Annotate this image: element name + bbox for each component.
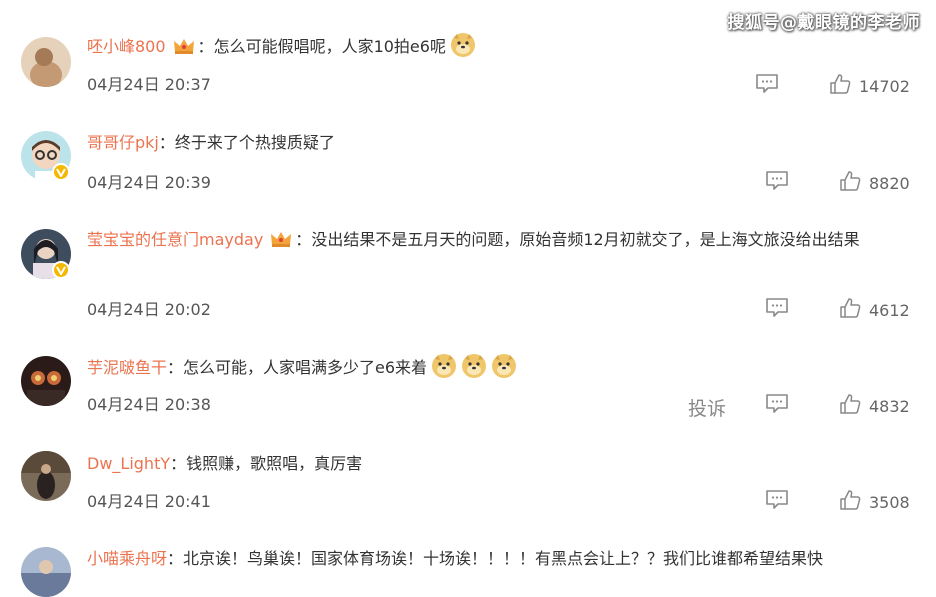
like-count: 3508: [869, 492, 910, 512]
verified-badge-icon: [52, 261, 70, 279]
like-button[interactable]: 3508: [839, 489, 910, 515]
comment-text: 北京诶！鸟巢诶！国家体育场诶！十场诶！！！！有黑点会让上？？我们比谁都希望结果快: [183, 549, 824, 568]
timestamp: 04月24日 20:37: [87, 75, 211, 94]
username-link[interactable]: 小喵乘舟呀: [87, 549, 167, 568]
username-link[interactable]: 芋泥啵鱼干: [87, 358, 167, 377]
comment-line: Dw_LightY：钱照赚，歌照唱，真厉害: [87, 449, 362, 479]
comment-text: 钱照赚，歌照唱，真厉害: [186, 454, 363, 473]
timestamp: 04月24日 20:38: [87, 395, 211, 414]
doge-emoji-icon: [450, 32, 476, 68]
like-count: 14702: [859, 76, 910, 96]
timestamp: 04月24日 20:02: [87, 300, 211, 319]
crown-icon: [269, 229, 293, 259]
avatar[interactable]: [21, 37, 71, 87]
like-button[interactable]: 4612: [839, 297, 910, 323]
separator: ：: [158, 133, 175, 152]
avatar[interactable]: [21, 229, 71, 279]
comment-text: 终于来了个热搜质疑了: [174, 133, 335, 152]
like-count: 8820: [869, 173, 910, 193]
report-button[interactable]: 投诉: [688, 394, 726, 421]
comment-icon[interactable]: [765, 393, 789, 413]
avatar[interactable]: [21, 547, 71, 597]
comment-text: 怎么可能，人家唱满多少了e6来着: [183, 358, 428, 377]
timestamp: 04月24日 20:39: [87, 173, 211, 192]
watermark: 搜狐号@戴眼镜的李老师: [727, 13, 920, 33]
username-link[interactable]: 呸小峰800: [87, 37, 166, 56]
comment-icon[interactable]: [765, 489, 789, 509]
like-count: 4612: [869, 300, 910, 320]
comment-line: 哥哥仔pkj：终于来了个热搜质疑了: [87, 128, 335, 158]
like-button[interactable]: 4832: [839, 393, 910, 419]
username-link[interactable]: 哥哥仔pkj: [87, 133, 159, 152]
avatar[interactable]: [21, 131, 71, 181]
thumbs-up-icon: [839, 489, 861, 515]
separator: ：: [167, 549, 184, 568]
like-button[interactable]: 8820: [839, 170, 910, 196]
verified-badge-icon: [52, 163, 70, 181]
separator: ：: [295, 230, 312, 249]
like-count: 4832: [869, 396, 910, 416]
timestamp: 04月24日 20:41: [87, 492, 211, 511]
thumbs-up-icon: [839, 170, 861, 196]
comment-text: 怎么可能假唱呢，人家10拍e6呢: [213, 37, 446, 56]
like-button[interactable]: 14702: [829, 73, 910, 99]
separator: ：: [170, 454, 187, 473]
separator: ：: [197, 37, 214, 56]
comment-icon[interactable]: [765, 170, 789, 190]
comment-icon[interactable]: [755, 73, 779, 93]
comment-line: 呸小峰800 ：怎么可能假唱呢，人家10拍e6呢: [87, 32, 476, 68]
thumbs-up-icon: [829, 73, 851, 99]
comment-text: 没出结果不是五月天的问题，原始音频12月初就交了，是上海文旅没给出结果: [311, 230, 860, 249]
comment-line: 芋泥啵鱼干：怎么可能，人家唱满多少了e6来着: [87, 353, 517, 389]
crown-icon: [172, 36, 196, 66]
thumbs-up-icon: [839, 297, 861, 323]
username-link[interactable]: 莹宝宝的任意门mayday: [87, 230, 263, 249]
doge-emoji-icon: [491, 353, 517, 389]
username-link[interactable]: Dw_LightY: [87, 454, 170, 473]
doge-emoji-icon: [431, 353, 457, 389]
comment-line: 莹宝宝的任意门mayday ：没出结果不是五月天的问题，原始音频12月初就交了，是…: [87, 225, 927, 259]
avatar[interactable]: [21, 451, 71, 501]
thumbs-up-icon: [839, 393, 861, 419]
comment-line: 小喵乘舟呀：北京诶！鸟巢诶！国家体育场诶！十场诶！！！！有黑点会让上？？我们比谁…: [87, 544, 823, 574]
separator: ：: [167, 358, 184, 377]
doge-emoji-icon: [461, 353, 487, 389]
comment-icon[interactable]: [765, 297, 789, 317]
avatar[interactable]: [21, 356, 71, 406]
